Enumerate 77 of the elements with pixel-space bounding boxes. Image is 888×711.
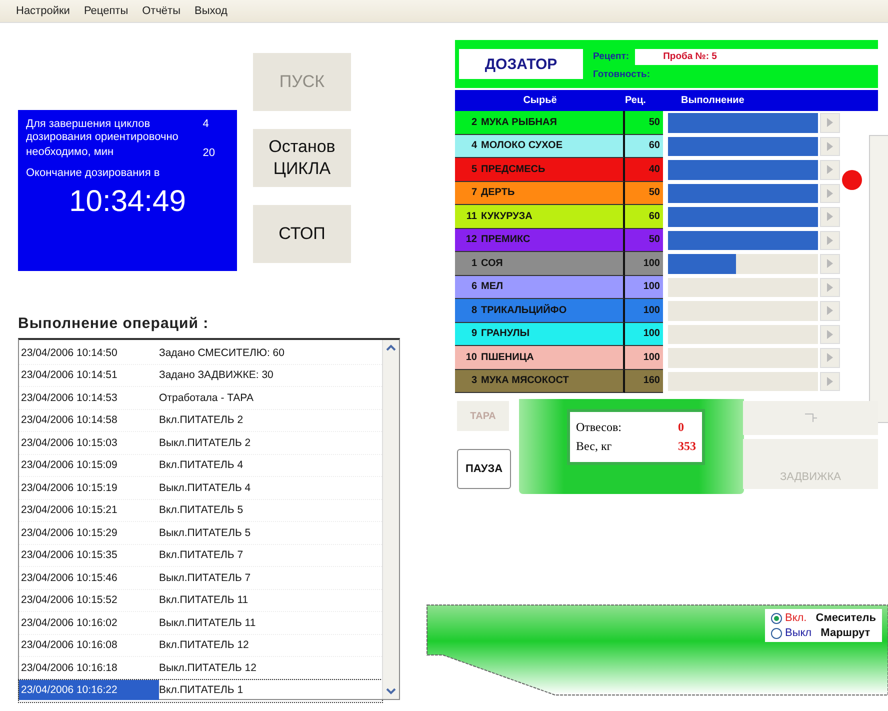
recipe-cell: 50 (625, 111, 663, 134)
info-text: необходимо, мин (26, 146, 115, 159)
readiness-label: Готовность: (593, 68, 652, 80)
gate-control[interactable] (743, 401, 878, 435)
recipe-label: Рецепт: (593, 51, 630, 62)
cycles-count: 4 (202, 118, 210, 130)
menu-item[interactable]: Рецепты (84, 5, 128, 17)
stop-cycle-button[interactable]: Останов ЦИКЛА (253, 129, 351, 187)
mixer-radio[interactable]: Выкл Маршрут (770, 627, 876, 639)
arrow-icon (827, 259, 833, 268)
log-title: Выполнение операций : (18, 315, 210, 332)
arrow-icon (827, 212, 833, 222)
menu-item[interactable]: Отчёты (142, 5, 180, 17)
ingredient-cell: 10 ПШЕНИЦА (455, 346, 625, 370)
arrow-icon (827, 306, 833, 316)
ingredient-cell: 9 ГРАНУЛЫ (455, 322, 625, 346)
end-time: 10:34:49 (68, 185, 187, 219)
arrow-icon (827, 142, 833, 151)
recipe-cell: 60 (625, 205, 663, 228)
recipe-cell: 40 (625, 158, 663, 182)
play-button[interactable] (820, 348, 840, 368)
recipe-cell: 100 (625, 346, 663, 370)
recipe-cell: 100 (625, 322, 663, 346)
log-row[interactable]: 23/04/2006 10:16:22 Вкл.ПИТАТЕЛЬ 1 (19, 680, 382, 702)
menu-item[interactable]: Выход (194, 5, 228, 17)
arrow-icon (827, 330, 833, 339)
portions-label: Отвесов: (576, 420, 622, 435)
column-title: Рец. (625, 95, 647, 106)
recipe-cell: 160 (625, 370, 663, 393)
mixer-radio[interactable]: Вкл. Смеситель (770, 612, 876, 624)
ingredient-cell: 5 ПРЕДСМЕСЬ (455, 158, 625, 182)
play-button[interactable] (820, 230, 840, 250)
play-button[interactable] (820, 160, 840, 180)
arrow-icon (827, 188, 833, 198)
play-button[interactable] (820, 184, 840, 203)
weight-value: 353 (678, 439, 696, 454)
column-title: Сырьё (522, 95, 558, 106)
status-indicator (842, 170, 862, 190)
play-button[interactable] (820, 254, 840, 274)
menu-item[interactable]: Настройки (16, 5, 70, 17)
ingredient-cell: 11 КУКУРУЗА (455, 205, 625, 228)
recipe-cell: 50 (625, 228, 663, 252)
dispenser-title: ДОЗАТОР (459, 49, 583, 79)
ingredient-cell: 2 МУКА РЫБНАЯ (455, 111, 625, 134)
end-label: Окончание дозирования в (26, 167, 161, 179)
play-button[interactable] (820, 113, 840, 132)
portions-value: 0 (678, 420, 685, 435)
stop-button[interactable]: СТОП (253, 205, 351, 263)
arrow-icon (827, 236, 833, 245)
ingredient-cell: 3 МУКА МЯСОКОСТ (455, 370, 625, 393)
recipe-cell: 100 (625, 252, 663, 276)
play-button[interactable] (820, 324, 840, 344)
column-title: Выполнение (680, 95, 746, 106)
recipe-cell: 100 (625, 299, 663, 322)
play-button[interactable] (820, 372, 840, 391)
recipe-cell: 100 (625, 276, 663, 299)
arrow-icon (827, 282, 833, 292)
ingredient-cell: 8 ТРИКАЛЬЦИЙФО (455, 299, 625, 322)
pause-button[interactable]: ПАУЗА (457, 449, 511, 489)
ingredient-cell: 6 МЕЛ (455, 276, 625, 299)
recipe-cell: 60 (625, 134, 663, 158)
ingredient-cell: 12 ПРЕМИКС (455, 228, 625, 252)
ingredient-cell: 7 ДЕРТЬ (455, 182, 625, 205)
play-button[interactable] (820, 136, 840, 156)
recipe-cell: 50 (625, 182, 663, 205)
arrow-icon (827, 353, 833, 362)
ingredient-cell: 1 СОЯ (455, 252, 625, 276)
arrow-icon (827, 165, 833, 174)
weight-label: Вес, кг (576, 439, 613, 454)
minutes-count: 20 (202, 147, 216, 159)
play-button[interactable] (820, 278, 840, 297)
ingredient-cell: 4 МОЛОКО СУХОЕ (455, 134, 625, 158)
play-button[interactable] (820, 207, 840, 226)
recipe-field: Проба №: 5 (635, 48, 878, 64)
arrow-icon (827, 376, 833, 386)
arrow-icon (827, 118, 833, 128)
play-button[interactable] (820, 301, 840, 320)
